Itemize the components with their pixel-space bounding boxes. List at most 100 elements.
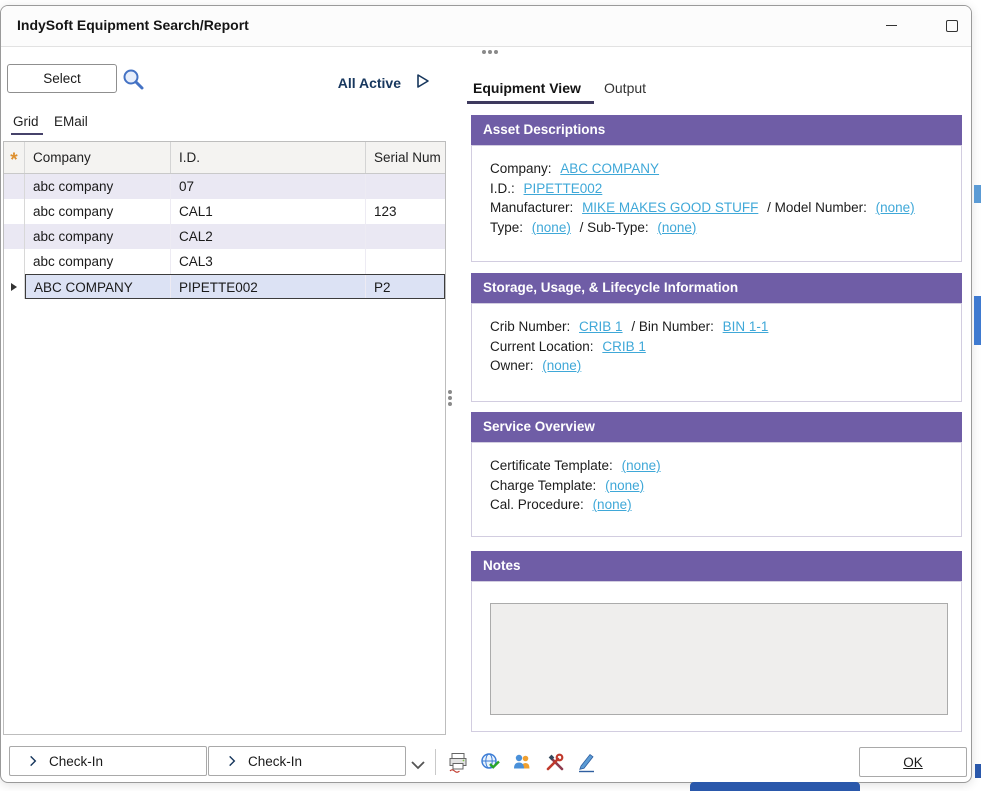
table-row[interactable]: abc company CAL1 123 xyxy=(4,199,445,224)
search-icon[interactable] xyxy=(121,67,145,91)
bin-number-label: / Bin Number: xyxy=(631,319,714,334)
check-in-label: Check-In xyxy=(248,754,302,769)
cell-id[interactable]: PIPETTE002 xyxy=(171,275,366,298)
charge-template-label: Charge Template: xyxy=(490,478,596,493)
tab-output[interactable]: Output xyxy=(604,80,646,96)
section-body-notes xyxy=(471,581,962,732)
column-header-serial[interactable]: Serial Num xyxy=(366,142,445,173)
cell-company[interactable]: abc company xyxy=(25,199,171,224)
certificate-template-label: Certificate Template: xyxy=(490,458,613,473)
section-body-storage: Crib Number: CRIB 1 / Bin Number: BIN 1-… xyxy=(471,303,962,402)
table-row[interactable]: abc company CAL2 xyxy=(4,224,445,249)
type-link[interactable]: (none) xyxy=(532,220,571,235)
tools-icon[interactable] xyxy=(544,751,566,773)
manufacturer-link[interactable]: MIKE MAKES GOOD STUFF xyxy=(582,200,758,215)
active-filter-label[interactable]: All Active xyxy=(281,75,401,91)
cell-id[interactable]: CAL1 xyxy=(171,199,366,224)
background-window-fragment xyxy=(690,782,860,791)
cell-serial[interactable] xyxy=(366,174,445,199)
table-row[interactable]: abc company CAL3 xyxy=(4,249,445,274)
model-number-link[interactable]: (none) xyxy=(876,200,915,215)
company-link[interactable]: ABC COMPANY xyxy=(560,161,659,176)
grid-header-row: * Company I.D. Serial Num xyxy=(4,142,445,174)
section-body-service-overview: Certificate Template: (none) Charge Temp… xyxy=(471,442,962,537)
maximize-button[interactable] xyxy=(931,11,972,40)
section-header-notes: Notes xyxy=(471,551,962,581)
cal-procedure-link[interactable]: (none) xyxy=(593,497,632,512)
row-gutter xyxy=(4,224,25,249)
minimize-icon xyxy=(886,25,897,26)
selected-row-highlight[interactable]: ABC COMPANY PIPETTE002 P2 xyxy=(25,274,445,299)
select-button[interactable]: Select xyxy=(7,64,117,93)
table-row-selected[interactable]: ABC COMPANY PIPETTE002 P2 xyxy=(4,274,445,299)
cell-id[interactable]: CAL2 xyxy=(171,224,366,249)
app-window: IndySoft Equipment Search/Report Select … xyxy=(0,5,972,783)
section-header-service-overview: Service Overview xyxy=(471,412,962,442)
section-body-asset-descriptions: Company: ABC COMPANY I.D.: PIPETTE002 Ma… xyxy=(471,145,962,262)
toolbar-divider xyxy=(435,749,436,775)
check-in-button-2[interactable]: Check-In xyxy=(208,746,406,776)
manufacturer-label: Manufacturer: xyxy=(490,200,573,215)
cell-serial[interactable]: P2 xyxy=(366,275,444,298)
vertical-splitter-handle[interactable] xyxy=(448,390,454,408)
background-window-fragment xyxy=(974,296,981,345)
ok-label: OK xyxy=(903,755,923,770)
title-bar: IndySoft Equipment Search/Report xyxy=(1,6,971,47)
signature-pen-icon[interactable] xyxy=(576,751,598,773)
cell-company[interactable]: abc company xyxy=(25,249,171,274)
certificate-template-link[interactable]: (none) xyxy=(622,458,661,473)
check-in-button-1[interactable]: Check-In xyxy=(9,746,207,776)
cell-id[interactable]: 07 xyxy=(171,174,366,199)
section-header-asset-descriptions: Asset Descriptions xyxy=(471,115,962,145)
background-window-fragment xyxy=(974,185,981,203)
tab-email[interactable]: EMail xyxy=(54,114,88,129)
section-header-storage: Storage, Usage, & Lifecycle Information xyxy=(471,273,962,303)
model-number-label: / Model Number: xyxy=(767,200,867,215)
type-label: Type: xyxy=(490,220,523,235)
current-row-gutter xyxy=(4,274,25,299)
chevron-right-icon xyxy=(225,754,239,768)
subtype-link[interactable]: (none) xyxy=(657,220,696,235)
crib-number-link[interactable]: CRIB 1 xyxy=(579,319,623,334)
cell-serial[interactable] xyxy=(366,224,445,249)
current-location-label: Current Location: xyxy=(490,339,594,354)
run-filter-icon[interactable] xyxy=(413,72,431,90)
print-icon[interactable] xyxy=(447,751,469,773)
current-location-link[interactable]: CRIB 1 xyxy=(602,339,646,354)
users-icon[interactable] xyxy=(511,751,533,773)
owner-link[interactable]: (none) xyxy=(542,358,581,373)
globe-check-icon[interactable] xyxy=(479,751,501,773)
crib-number-label: Crib Number: xyxy=(490,319,570,334)
cell-serial[interactable]: 123 xyxy=(366,199,445,224)
cell-id[interactable]: CAL3 xyxy=(171,249,366,274)
chevron-down-icon[interactable] xyxy=(407,754,429,776)
subtype-label: / Sub-Type: xyxy=(580,220,649,235)
check-in-label: Check-In xyxy=(49,754,103,769)
horizontal-splitter-handle[interactable] xyxy=(482,50,500,56)
owner-label: Owner: xyxy=(490,358,534,373)
bin-number-link[interactable]: BIN 1-1 xyxy=(723,319,769,334)
table-row[interactable]: abc company 07 xyxy=(4,174,445,199)
charge-template-link[interactable]: (none) xyxy=(605,478,644,493)
column-header-company[interactable]: Company xyxy=(25,142,171,173)
tab-grid[interactable]: Grid xyxy=(13,114,39,129)
cell-serial[interactable] xyxy=(366,249,445,274)
row-gutter xyxy=(4,174,25,199)
cell-company[interactable]: abc company xyxy=(25,224,171,249)
cell-company[interactable]: ABC COMPANY xyxy=(26,275,171,298)
ok-button[interactable]: OK xyxy=(859,747,967,777)
current-row-arrow-icon xyxy=(9,282,19,292)
new-row-header: * xyxy=(4,142,25,173)
screen: IndySoft Equipment Search/Report Select … xyxy=(0,0,981,791)
splitter-dots-icon xyxy=(448,390,452,394)
minimize-button[interactable] xyxy=(870,11,912,40)
id-label: I.D.: xyxy=(490,181,515,196)
notes-field[interactable] xyxy=(490,603,948,715)
column-header-id[interactable]: I.D. xyxy=(171,142,366,173)
active-tab-underline xyxy=(11,133,43,135)
row-gutter xyxy=(4,249,25,274)
id-link[interactable]: PIPETTE002 xyxy=(524,181,603,196)
tab-equipment-view[interactable]: Equipment View xyxy=(473,80,581,96)
cell-company[interactable]: abc company xyxy=(25,174,171,199)
maximize-icon xyxy=(946,20,958,32)
